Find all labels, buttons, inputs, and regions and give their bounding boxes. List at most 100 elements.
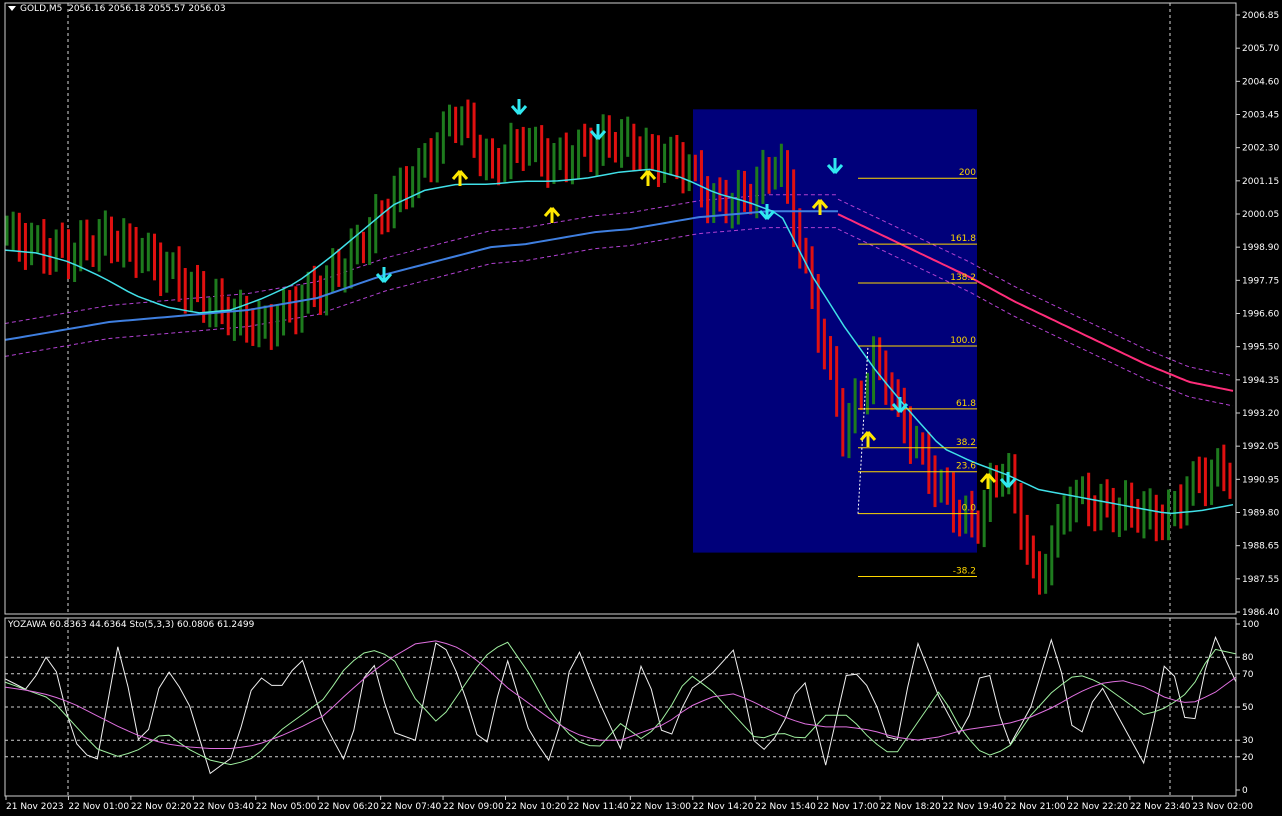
price-bar [196,264,200,303]
price-bar [1099,483,1103,531]
time-tick-label: 22 Nov 05:00 [256,802,317,812]
price-bar [1228,462,1232,499]
time-tick-label: 22 Nov 23:40 [1130,802,1191,812]
price-bar [613,132,617,163]
price-bar [546,138,550,188]
price-bar [23,222,27,270]
price-bar [5,215,9,246]
price-bar [60,222,64,258]
price-bar [1191,461,1195,506]
time-axis: 21 Nov 2023 22 Nov 01:00 22 Nov 02:20 22 No… [5,796,1253,812]
price-bar [183,268,187,314]
price-bar [417,147,421,199]
price-tick-label: 2006.85 [1242,11,1279,21]
price-bar [497,148,501,186]
main-pane-border [4,2,1237,615]
price-bar [927,432,931,494]
price-bar [945,467,949,505]
price-bar [644,127,648,175]
price-bar [91,235,95,267]
price-bar [134,226,138,278]
price-bar [521,126,525,171]
price-bar [361,231,365,264]
price-bar [792,169,796,248]
chart-header[interactable]: GOLD,M5 2056.16 2056.18 2055.57 2056.03 [8,4,226,14]
time-tick-label: 22 Nov 13:00 [630,802,691,812]
price-bar [411,166,415,208]
price-bar [1142,491,1146,539]
arrow-stroke [979,473,997,489]
price-bar [454,106,458,144]
buy-arrow-icon [979,473,997,489]
price-bar [822,318,826,370]
price-bar [54,229,58,272]
price-bar [398,167,402,213]
buy-arrow-icon [543,207,561,223]
price-bar [30,222,34,266]
price-bar [103,210,107,256]
price-bar [626,116,630,157]
price-bar [1037,551,1041,595]
price-bar [152,233,156,281]
ma-envelope-bands [4,194,1234,407]
fib-level-label: 138.2 [950,273,976,283]
price-bar [699,150,703,208]
price-bar [693,154,697,182]
price-tick-label: 1997.75 [1242,276,1279,286]
price-bar [933,455,937,508]
price-bar [515,129,519,163]
price-bar [632,123,636,172]
price-bar [1185,476,1189,526]
price-bar [509,122,513,180]
price-bar [355,224,359,265]
price-bar [1019,483,1023,550]
price-bar [663,143,667,183]
price-bar [1105,479,1109,518]
fib-level-label: 161.8 [950,234,976,244]
time-tick-label: 22 Nov 22:20 [1067,802,1128,812]
price-bar [865,372,869,415]
price-bar [835,346,839,417]
trading-chart[interactable]: 200161.8138.2100.061.838.223.60.0-38.2 2… [0,0,1282,816]
osc-tick-label: 100 [1242,620,1259,630]
symbol-label: GOLD,M5 [20,4,63,14]
dropdown-triangle-icon[interactable] [8,6,16,11]
price-bar [85,219,89,261]
oscillator-values: YOZAWA 60.8363 44.6364 Sto(5,3,3) 60.080… [8,620,255,630]
price-tick-label: 1989.80 [1242,509,1279,519]
price-bar [97,219,101,272]
price-bar [620,119,624,168]
price-bar [1136,498,1140,533]
oscillator-axis: 100 80 70 50 30 20 0 [1236,620,1259,796]
price-bar [478,134,482,177]
price-axis: 2006.85 2005.70 2004.60 2003.45 2002.30 2001.… [1236,11,1279,618]
price-bar [859,380,863,411]
price-tick-label: 1992.05 [1242,442,1279,452]
price-tick-label: 1994.35 [1242,376,1279,386]
price-bar [841,388,845,457]
price-bar [214,278,218,328]
price-tick-label: 1995.50 [1242,343,1279,353]
price-bar [1050,525,1054,586]
price-bar [982,489,986,548]
fib-level-label: 100.0 [950,336,976,346]
price-bar [1044,553,1048,594]
oscillator-layer [4,635,1237,775]
price-bar [466,99,470,139]
price-bar [42,219,46,274]
price-bar [1025,514,1029,565]
price-bar [767,157,771,194]
time-tick-label: 22 Nov 11:40 [568,802,629,812]
price-bar [1203,457,1207,507]
time-tick-label: 22 Nov 17:00 [818,802,879,812]
price-bar [558,137,562,171]
price-tick-label: 2000.05 [1242,210,1279,220]
price-bar [736,169,740,225]
price-bar [263,305,267,339]
price-bar [275,304,279,347]
price-bar [951,472,955,533]
price-bar [17,212,21,262]
price-tick-label: 1987.55 [1242,575,1279,585]
price-bar [829,336,833,380]
arrow-stroke [543,207,561,223]
